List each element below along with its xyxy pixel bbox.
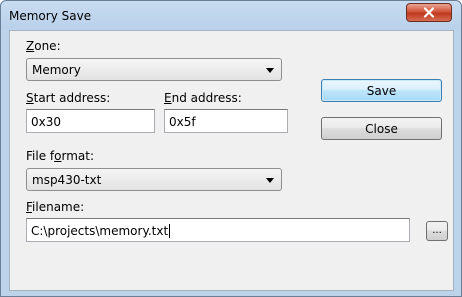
window-title: Memory Save — [9, 9, 92, 23]
close-window-button[interactable] — [406, 3, 452, 22]
dialog-body: Zone: Memory Start address: 0x30 End add… — [9, 30, 454, 291]
end-address-field[interactable]: 0x5f — [164, 109, 288, 133]
zone-label: Zone: — [26, 39, 61, 53]
browse-button[interactable]: ... — [426, 221, 448, 241]
filename-label: Filename: — [26, 200, 85, 214]
end-address-label: End address: — [164, 91, 242, 105]
start-address-label: Start address: — [26, 91, 111, 105]
file-format-label: File format: — [26, 149, 94, 163]
close-button[interactable]: Close — [321, 117, 442, 140]
filename-value: C:\projects\memory.txt — [31, 224, 171, 238]
start-address-field[interactable]: 0x30 — [26, 109, 155, 133]
chevron-down-icon — [266, 68, 274, 73]
memory-save-dialog: Memory Save Zone: Memory Start address: … — [0, 0, 462, 297]
text-caret — [169, 224, 171, 238]
zone-select-value: Memory — [32, 63, 81, 77]
title-bar[interactable]: Memory Save — [1, 1, 461, 29]
start-address-value: 0x30 — [31, 115, 62, 129]
end-address-value: 0x5f — [169, 115, 196, 129]
save-button[interactable]: Save — [321, 79, 442, 102]
chevron-down-icon — [266, 178, 274, 183]
file-format-select[interactable]: msp430-txt — [26, 168, 282, 191]
filename-field[interactable]: C:\projects\memory.txt — [26, 218, 410, 242]
close-icon — [423, 7, 435, 18]
file-format-select-value: msp430-txt — [32, 173, 102, 187]
zone-select[interactable]: Memory — [26, 58, 282, 81]
